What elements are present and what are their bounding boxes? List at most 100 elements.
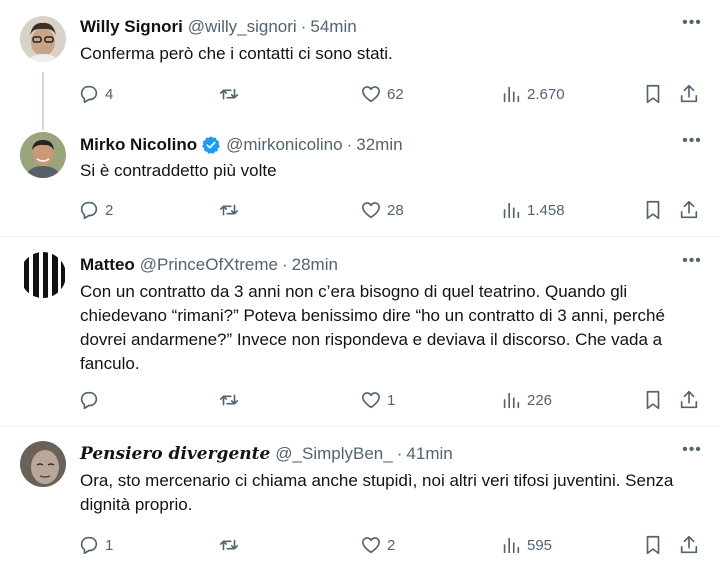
bookmark-button[interactable] xyxy=(642,388,664,412)
views-count: 1.458 xyxy=(527,201,565,219)
views-icon xyxy=(503,537,520,554)
share-button[interactable] xyxy=(678,198,700,222)
reply-button[interactable]: 2 xyxy=(78,198,113,222)
more-icon[interactable]: ••• xyxy=(682,133,702,154)
views-button[interactable]: 1.458 xyxy=(500,198,565,222)
views-button[interactable]: 595 xyxy=(500,533,552,557)
tweet-actions: 2 28 1.458 xyxy=(78,198,700,222)
bookmark-icon xyxy=(646,84,660,104)
reply-button[interactable]: 4 xyxy=(78,82,113,106)
bookmark-icon xyxy=(646,390,660,410)
retweet-button[interactable] xyxy=(218,388,240,412)
avatar[interactable] xyxy=(20,16,66,62)
like-count: 1 xyxy=(387,391,396,409)
reply-icon xyxy=(80,85,98,104)
views-icon xyxy=(503,392,520,409)
author-name[interactable]: Willy Signori xyxy=(80,17,183,37)
divider xyxy=(0,426,720,427)
share-icon xyxy=(680,390,698,409)
bookmark-icon xyxy=(646,200,660,220)
more-icon[interactable]: ••• xyxy=(682,15,702,36)
reply-count: 1 xyxy=(105,536,114,554)
avatar[interactable] xyxy=(20,132,66,178)
author-handle[interactable]: @_SimplyBen_ xyxy=(275,444,392,464)
retweet-icon xyxy=(219,539,239,551)
like-button[interactable]: 28 xyxy=(360,198,404,222)
author-name[interactable]: Matteo xyxy=(80,255,135,275)
tweet-text: Conferma però che i contatti ci sono sta… xyxy=(80,44,393,63)
like-icon xyxy=(361,202,381,219)
like-icon xyxy=(361,86,381,103)
bookmark-button[interactable] xyxy=(642,198,664,222)
tweet-header: Mirko Nicolino @mirkonicolino · 32min xyxy=(80,132,403,158)
tweet-header: Willy Signori @willy_signori · 54min xyxy=(80,14,357,40)
tweet-time[interactable]: 32min xyxy=(356,135,402,155)
separator-dot: · xyxy=(396,444,403,463)
like-icon xyxy=(361,537,381,554)
like-button[interactable]: 2 xyxy=(360,533,395,557)
tweet-text: Si è contraddetto più volte xyxy=(80,161,277,180)
share-icon xyxy=(680,200,698,219)
like-button[interactable]: 1 xyxy=(360,388,395,412)
tweet-header: Pensiero divergente @_SimplyBen_ · 41min xyxy=(80,441,453,467)
views-count: 2.670 xyxy=(527,85,565,103)
author-handle[interactable]: @willy_signori xyxy=(188,17,297,37)
tweet-3[interactable]: Matteo @PrinceOfXtreme · 28min ••• Con u… xyxy=(0,252,720,422)
tweet-1[interactable]: Willy Signori @willy_signori · 54min •••… xyxy=(0,14,720,114)
tweet-time[interactable]: 28min xyxy=(292,255,338,275)
like-icon xyxy=(361,392,381,409)
like-button[interactable]: 62 xyxy=(360,82,404,106)
reply-count: 2 xyxy=(105,201,114,219)
share-button[interactable] xyxy=(678,82,700,106)
author-name[interactable]: Mirko Nicolino xyxy=(80,135,197,155)
views-icon xyxy=(503,202,520,219)
views-count: 226 xyxy=(527,391,553,409)
tweet-time[interactable]: 41min xyxy=(406,444,452,464)
retweet-button[interactable] xyxy=(218,533,240,557)
divider xyxy=(0,236,720,237)
more-icon[interactable]: ••• xyxy=(682,442,702,463)
tweet-actions: 1 2 595 xyxy=(78,533,700,557)
reply-count: 4 xyxy=(105,85,114,103)
more-icon[interactable]: ••• xyxy=(682,253,702,274)
separator-dot: · xyxy=(281,255,288,274)
tweet-4[interactable]: Pensiero divergente @_SimplyBen_ · 41min… xyxy=(0,441,720,566)
share-button[interactable] xyxy=(678,533,700,557)
bookmark-icon xyxy=(646,535,660,555)
retweet-icon xyxy=(219,88,239,100)
reply-icon xyxy=(80,536,98,555)
share-button[interactable] xyxy=(678,388,700,412)
separator-dot: · xyxy=(346,135,353,154)
views-button[interactable]: 2.670 xyxy=(500,82,565,106)
bookmark-button[interactable] xyxy=(642,533,664,557)
share-icon xyxy=(680,84,698,103)
tweet-header: Matteo @PrinceOfXtreme · 28min xyxy=(80,252,338,278)
retweet-button[interactable] xyxy=(218,82,240,106)
author-handle[interactable]: @mirkonicolino xyxy=(226,135,342,155)
views-icon xyxy=(503,86,520,103)
reply-button[interactable]: 1 xyxy=(78,533,113,557)
separator-dot: · xyxy=(300,17,307,36)
retweet-icon xyxy=(219,204,239,216)
tweet-text: Con un contratto da 3 anni non c’era bis… xyxy=(80,282,665,373)
verified-badge-icon xyxy=(202,136,221,154)
tweet-actions: 1 226 xyxy=(78,388,700,412)
author-handle[interactable]: @PrinceOfXtreme xyxy=(140,255,278,275)
views-button[interactable]: 226 xyxy=(500,388,552,412)
like-count: 2 xyxy=(387,536,396,554)
reply-button[interactable] xyxy=(78,388,100,412)
avatar[interactable] xyxy=(20,441,66,487)
reply-icon xyxy=(80,201,98,220)
tweet-2[interactable]: Mirko Nicolino @mirkonicolino · 32min ••… xyxy=(0,132,720,232)
views-count: 595 xyxy=(527,536,553,554)
tweet-time[interactable]: 54min xyxy=(310,17,356,37)
reply-icon xyxy=(80,391,98,410)
share-icon xyxy=(680,535,698,554)
avatar[interactable] xyxy=(20,252,66,298)
retweet-icon xyxy=(219,394,239,406)
bookmark-button[interactable] xyxy=(642,82,664,106)
author-name[interactable]: Pensiero divergente xyxy=(80,444,270,464)
like-count: 62 xyxy=(387,85,404,103)
tweet-actions: 4 62 2.670 xyxy=(78,82,700,106)
retweet-button[interactable] xyxy=(218,198,240,222)
